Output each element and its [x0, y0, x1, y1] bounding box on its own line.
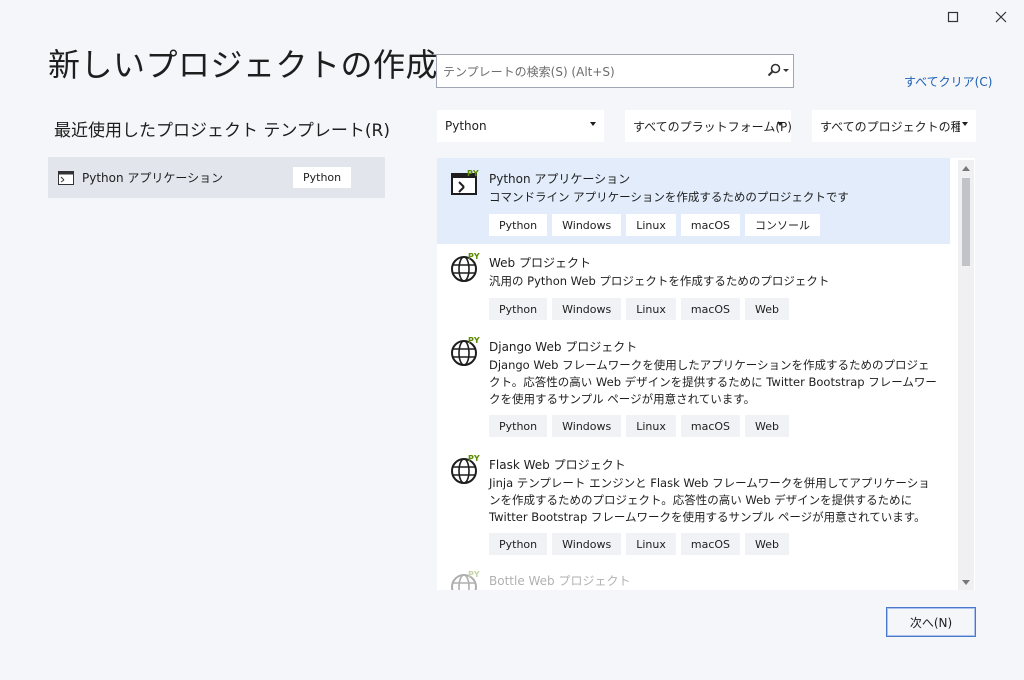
- scroll-up-icon: [962, 165, 970, 171]
- recent-template-item[interactable]: Python アプリケーション Python: [48, 157, 385, 198]
- template-name: Web プロジェクト: [489, 256, 591, 270]
- language-filter-value: Python: [445, 119, 487, 133]
- template-name: Bottle Web プロジェクト: [489, 574, 631, 588]
- template-name: Flask Web プロジェクト: [489, 458, 626, 472]
- python-console-icon: PY: [451, 169, 479, 195]
- tag: Windows: [552, 415, 622, 437]
- template-description: Django Web フレームワークを使用したアプリケーションを作成するためのプ…: [489, 358, 937, 406]
- tag: Linux: [626, 298, 676, 320]
- chevron-down-icon: [783, 69, 789, 72]
- svg-text:PY: PY: [467, 169, 479, 178]
- template-name: Python アプリケーション: [489, 172, 631, 186]
- recent-templates-heading: 最近使用したプロジェクト テンプレート(R): [54, 121, 390, 141]
- tag: Linux: [626, 533, 676, 555]
- tag: Linux: [626, 214, 676, 236]
- svg-text:PY: PY: [468, 336, 480, 345]
- template-item-python-application[interactable]: PY Python アプリケーション コマンドライン アプリケーションを作成する…: [437, 158, 950, 244]
- template-description: Jinja テンプレート エンジンと Flask Web フレームワークを併用し…: [489, 476, 930, 524]
- tag: macOS: [680, 415, 741, 437]
- tag: Windows: [552, 533, 622, 555]
- project-type-filter-value: すべてのプロジェクトの種類...: [820, 119, 960, 134]
- template-name: Django Web プロジェクト: [489, 340, 638, 354]
- chevron-down-icon: [777, 122, 783, 126]
- template-description: 汎用の Python Web プロジェクトを作成するためのプロジェクト: [489, 274, 830, 288]
- template-tags: Python Windows Linux macOS Web: [489, 533, 790, 555]
- template-item-web-project[interactable]: PY Web プロジェクト 汎用の Python Web プロジェクトを作成する…: [437, 246, 950, 328]
- template-tags: Python Windows Linux macOS コンソール: [489, 214, 821, 236]
- tag: macOS: [680, 533, 741, 555]
- python-web-globe-icon: PY: [451, 252, 480, 282]
- page-title: 新しいプロジェクトの作成: [48, 46, 439, 84]
- scroll-down-icon: [962, 579, 970, 585]
- search-placeholder: テンプレートの検索(S) (Alt+S): [443, 64, 615, 79]
- template-tags: Python Windows Linux macOS Web: [489, 298, 790, 320]
- tag: Web: [745, 415, 790, 437]
- tag: Python: [489, 415, 548, 437]
- python-web-globe-icon: PY: [451, 454, 480, 484]
- clear-all-link[interactable]: すべてクリア(C): [904, 73, 992, 90]
- next-button[interactable]: 次へ(N): [886, 607, 976, 637]
- template-tags: Python Windows Linux macOS Web: [489, 415, 790, 437]
- svg-text:PY: PY: [468, 252, 480, 261]
- maximize-icon: [947, 11, 959, 23]
- template-list: PY Python アプリケーション コマンドライン アプリケーションを作成する…: [437, 158, 975, 590]
- platform-filter-dropdown[interactable]: すべてのプラットフォーム(P): [625, 110, 792, 142]
- tag: Python: [489, 533, 548, 555]
- close-button[interactable]: [990, 6, 1012, 28]
- recent-template-tag: Python: [293, 167, 352, 188]
- svg-text:PY: PY: [468, 570, 480, 579]
- scroll-up-button[interactable]: [958, 162, 974, 174]
- language-filter-dropdown[interactable]: Python: [437, 110, 604, 142]
- search-icon: [767, 63, 781, 77]
- tag: Python: [489, 214, 548, 236]
- chevron-down-icon: [962, 122, 968, 126]
- tag: Windows: [552, 214, 622, 236]
- search-options[interactable]: [767, 63, 789, 77]
- tag: コンソール: [745, 214, 821, 236]
- maximize-button[interactable]: [942, 6, 964, 28]
- template-item-flask-web-project[interactable]: PY Flask Web プロジェクト Jinja テンプレート エンジンと F…: [437, 448, 950, 562]
- close-icon: [995, 11, 1007, 23]
- template-description: コマンドライン アプリケーションを作成するためのプロジェクトです: [489, 190, 849, 204]
- console-app-icon: [58, 170, 74, 185]
- template-item-django-web-project[interactable]: PY Django Web プロジェクト Django Web フレームワークを…: [437, 330, 950, 444]
- tag: Web: [745, 533, 790, 555]
- platform-filter-value: すべてのプラットフォーム(P): [633, 119, 792, 134]
- recent-template-label: Python アプリケーション: [82, 171, 224, 185]
- template-search-input[interactable]: テンプレートの検索(S) (Alt+S): [436, 54, 794, 88]
- scroll-down-button[interactable]: [958, 576, 974, 588]
- scroll-thumb[interactable]: [962, 178, 970, 266]
- python-web-globe-icon: PY: [451, 336, 480, 366]
- tag: Web: [745, 298, 790, 320]
- project-type-filter-dropdown[interactable]: すべてのプロジェクトの種類...: [812, 110, 976, 142]
- tag: macOS: [680, 214, 741, 236]
- template-item-bottle-web-project[interactable]: PY Bottle Web プロジェクト: [437, 564, 950, 590]
- tag: Windows: [552, 298, 622, 320]
- tag: Python: [489, 298, 548, 320]
- chevron-down-icon: [590, 122, 596, 126]
- template-list-scrollbar[interactable]: [958, 160, 974, 590]
- svg-text:PY: PY: [468, 454, 480, 463]
- tag: macOS: [680, 298, 741, 320]
- python-web-globe-icon: PY: [451, 570, 480, 590]
- tag: Linux: [626, 415, 676, 437]
